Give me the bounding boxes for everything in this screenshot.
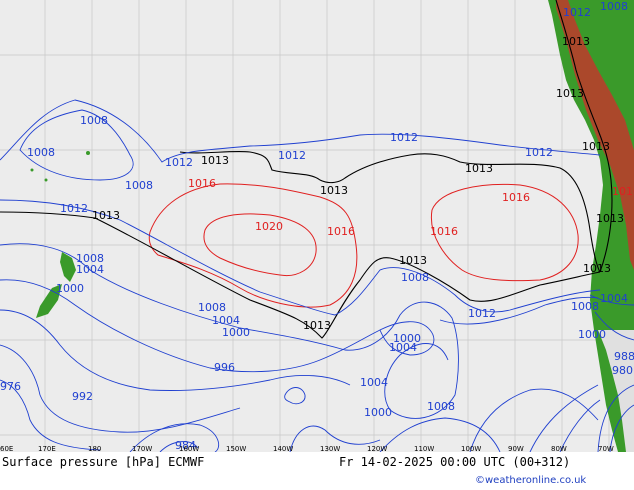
- isobar-label: 1000: [364, 406, 392, 419]
- isobar-label: 1016: [612, 185, 634, 198]
- isobar-label: 1000: [222, 326, 250, 339]
- sea-background: [0, 0, 634, 452]
- isobar-label: 1008: [401, 271, 429, 284]
- isobar-label: 1016: [502, 191, 530, 204]
- isobar-label: 1008: [427, 400, 455, 413]
- isobar-label: 988: [614, 350, 634, 363]
- isobar-label: 976: [0, 380, 21, 393]
- isobar-label: 1000: [56, 282, 84, 295]
- isobar-label: 1013: [583, 262, 611, 275]
- isobar-label: 1012: [60, 202, 88, 215]
- pressure-map: 1008 1008 1012 1013 1012 1012 1012 1008 …: [0, 0, 634, 453]
- isobar-label: 1013: [465, 162, 493, 175]
- isobar-label: 1012: [525, 146, 553, 159]
- isobar-label: 1013: [201, 154, 229, 167]
- isobar-label: 1013: [399, 254, 427, 267]
- isobar-label: 992: [72, 390, 93, 403]
- isobar-label: 1004: [76, 263, 104, 276]
- isobar-label: 1013: [303, 319, 331, 332]
- isobar-label: 1016: [430, 225, 458, 238]
- isobar-label: 980: [612, 364, 633, 377]
- isobar-label: 1016: [188, 177, 216, 190]
- isobar-label: 1008: [125, 179, 153, 192]
- isobar-label: 1013: [320, 184, 348, 197]
- map-title: Surface pressure [hPa] ECMWF: [2, 455, 205, 469]
- credit-link[interactable]: ©weatheronline.co.uk: [475, 475, 586, 486]
- isobar-label: 1013: [582, 140, 610, 153]
- isobar-label: 1012: [390, 131, 418, 144]
- isobar-label: 1008: [198, 301, 226, 314]
- isobar-label: 1016: [327, 225, 355, 238]
- isobar-label: 1012: [278, 149, 306, 162]
- isobar-label: 996: [214, 361, 235, 374]
- isobar-label: 1008: [27, 146, 55, 159]
- isobar-label: 1008: [80, 114, 108, 127]
- isobar-label: 1000: [578, 328, 606, 341]
- isobar-label: 1004: [600, 292, 628, 305]
- isobar-label: 1012: [563, 6, 591, 19]
- isobar-label: 1004: [389, 341, 417, 354]
- isobar-label: 1013: [92, 209, 120, 222]
- isobar-label: 1020: [255, 220, 283, 233]
- isobar-label: 1013: [556, 87, 584, 100]
- valid-time: Fr 14-02-2025 00:00 UTC (00+312): [339, 455, 571, 469]
- isobar-label: 1012: [468, 307, 496, 320]
- isobar-label: 1013: [562, 35, 590, 48]
- isobar-label: 1008: [600, 0, 628, 13]
- isobar-label: 1012: [165, 156, 193, 169]
- isobar-label: 1013: [596, 212, 624, 225]
- isobar-label: 1008: [571, 300, 599, 313]
- isobar-label: 1004: [360, 376, 388, 389]
